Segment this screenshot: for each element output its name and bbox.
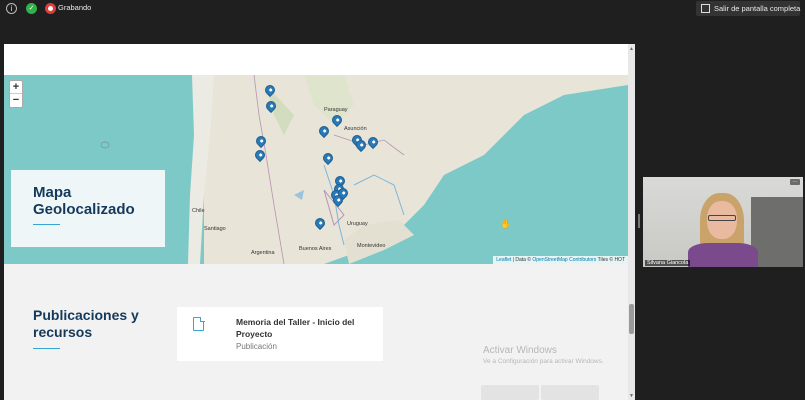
page-header-band xyxy=(4,44,628,75)
attribution-data-text: | Data © xyxy=(511,257,533,263)
map-title-card: Mapa Geolocalizado xyxy=(11,170,165,247)
scroll-down-arrow-icon[interactable]: ▼ xyxy=(629,393,634,399)
map-label-uruguay: Uruguay xyxy=(347,221,368,227)
attribution-tiles-text: Tiles © HOT xyxy=(596,257,625,263)
title-underline xyxy=(33,348,60,349)
map-label-chile: Chile xyxy=(192,208,205,214)
map-label-buenos-aires: Buenos Aires xyxy=(299,246,332,252)
faded-button xyxy=(541,385,599,400)
video-participant-body xyxy=(688,243,758,267)
exit-fullscreen-button[interactable]: Salir de pantalla completa xyxy=(696,1,800,16)
publication-card[interactable]: Memoria del Taller - Inicio del Proyecto… xyxy=(177,307,383,361)
video-shelf xyxy=(751,197,803,267)
scroll-thumb[interactable] xyxy=(629,304,634,334)
participant-video[interactable]: ··· Silvana Giancola xyxy=(643,177,803,267)
map-section-title: Mapa Geolocalizado xyxy=(33,184,135,218)
video-participant-glasses xyxy=(708,215,736,221)
map-label-asuncion: Asunción xyxy=(344,126,367,132)
zoom-out-button[interactable]: − xyxy=(10,94,22,107)
map-label-montevideo: Montevideo xyxy=(357,243,386,249)
publications-section-title: Publicaciones y recursos xyxy=(33,307,139,340)
publication-type: Publicación xyxy=(236,342,277,351)
page-scrollbar[interactable]: ▲ ▼ xyxy=(628,44,635,400)
zoom-in-button[interactable]: + xyxy=(10,81,22,94)
faded-button xyxy=(481,385,539,400)
map-label-santiago: Santiago xyxy=(204,226,226,232)
info-icon[interactable]: i xyxy=(6,3,17,14)
map-zoom-control: + − xyxy=(9,80,23,108)
osm-link[interactable]: OpenStreetMap Contributors xyxy=(532,257,596,263)
activation-subtitle: Ve a Configuración para activar Windows. xyxy=(483,358,604,365)
recording-label: Grabando xyxy=(58,3,92,12)
exit-fullscreen-label: Salir de pantalla completa xyxy=(714,4,801,13)
map-attribution: Leaflet | Data © OpenStreetMap Contribut… xyxy=(493,256,628,264)
more-options-icon[interactable]: ··· xyxy=(790,179,800,185)
meeting-toolbar: i ✓ Grabando Salir de pantalla completa xyxy=(0,0,805,17)
recording-icon xyxy=(45,3,56,14)
map-label-argentina: Argentina xyxy=(251,250,275,256)
shared-screen: + − Paraguay Asunción Chile Santiago Uru… xyxy=(4,44,635,400)
exit-fullscreen-icon xyxy=(701,4,710,13)
hand-cursor-icon: ✋ xyxy=(500,219,512,229)
windows-activation-watermark: Activar Windows Ve a Configuración para … xyxy=(483,345,604,365)
participant-name: Silvana Giancola xyxy=(645,260,691,266)
shield-check-icon[interactable]: ✓ xyxy=(26,3,37,14)
map-label-paraguay: Paraguay xyxy=(324,107,348,113)
document-icon xyxy=(193,316,205,331)
leaflet-link[interactable]: Leaflet xyxy=(496,257,511,263)
title-underline xyxy=(33,224,60,225)
panel-resize-handle[interactable] xyxy=(638,214,640,228)
publication-name[interactable]: Memoria del Taller - Inicio del Proyecto xyxy=(236,316,376,340)
activation-title: Activar Windows xyxy=(483,345,557,356)
scroll-up-arrow-icon[interactable]: ▲ xyxy=(629,46,634,52)
